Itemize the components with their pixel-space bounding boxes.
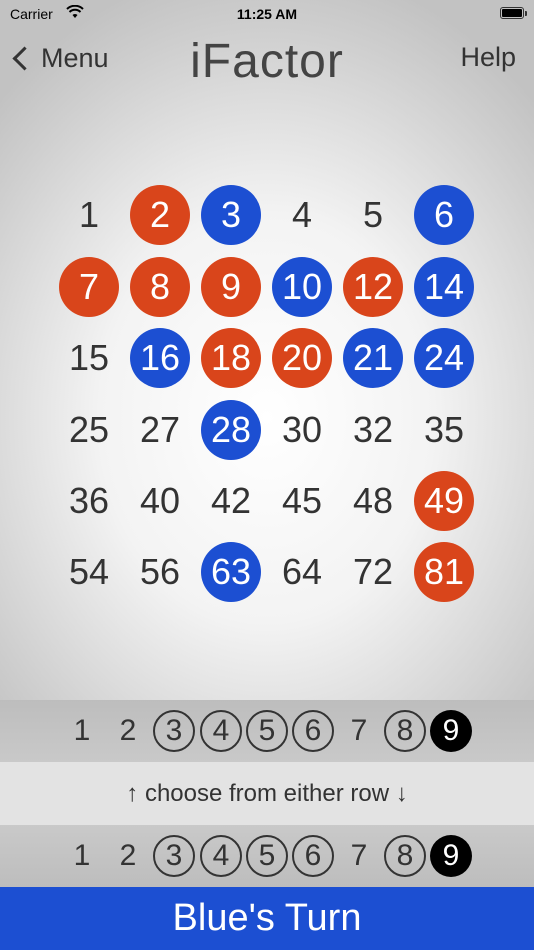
board-cell-45: 45 xyxy=(281,480,323,521)
choose-hint: ↑ choose from either row ↓ xyxy=(0,762,534,825)
board-cell-5: 5 xyxy=(362,194,384,235)
board-cell-6: 6 xyxy=(414,185,474,245)
board-cell-64: 64 xyxy=(281,551,323,592)
status-bar: Carrier 11:25 AM xyxy=(0,0,534,28)
top-factor-2[interactable]: 2 xyxy=(107,710,149,752)
help-button[interactable]: Help xyxy=(460,42,516,73)
top-factor-7[interactable]: 7 xyxy=(338,710,380,752)
board-cell-14: 14 xyxy=(414,257,474,317)
board-cell-32: 32 xyxy=(352,409,394,450)
board-cell-35: 35 xyxy=(423,409,465,450)
bottom-factor-6[interactable]: 6 xyxy=(292,835,334,877)
board-cell-12: 12 xyxy=(343,257,403,317)
board-cell-56: 56 xyxy=(139,551,181,592)
board-cell-9: 9 xyxy=(201,257,261,317)
board-cell-16: 16 xyxy=(130,328,190,388)
board-cell-2: 2 xyxy=(130,185,190,245)
board-cell-40: 40 xyxy=(139,480,181,521)
top-factor-3[interactable]: 3 xyxy=(153,710,195,752)
board-cell-28: 28 xyxy=(201,400,261,460)
page-title: iFactor xyxy=(190,35,344,88)
board-cell-24: 24 xyxy=(414,328,474,388)
clock: 11:25 AM xyxy=(236,6,298,22)
bottom-factor-8[interactable]: 8 xyxy=(384,835,426,877)
nav-bar: Menu iFactor Help xyxy=(0,28,534,92)
bottom-factor-3[interactable]: 3 xyxy=(153,835,195,877)
board-cell-63: 63 xyxy=(201,542,261,602)
top-factor-6[interactable]: 6 xyxy=(292,710,334,752)
board-cell-30: 30 xyxy=(281,409,323,450)
board-cell-10: 10 xyxy=(272,257,332,317)
bottom-factor-2[interactable]: 2 xyxy=(107,835,149,877)
board-cell-25: 25 xyxy=(68,409,110,450)
top-factor-5[interactable]: 5 xyxy=(246,710,288,752)
board-cell-27: 27 xyxy=(139,409,181,450)
board-cell-49: 49 xyxy=(414,471,474,531)
board-cell-72: 72 xyxy=(352,551,394,592)
board-cell-42: 42 xyxy=(210,480,252,521)
board-cell-8: 8 xyxy=(130,257,190,317)
bottom-factor-4[interactable]: 4 xyxy=(200,835,242,877)
board-cell-81: 81 xyxy=(414,542,474,602)
board-cell-20: 20 xyxy=(272,328,332,388)
board-cell-48: 48 xyxy=(352,480,394,521)
top-factor-1[interactable]: 1 xyxy=(61,710,103,752)
bottom-factor-1[interactable]: 1 xyxy=(61,835,103,877)
board-cell-36: 36 xyxy=(68,480,110,521)
factor-row-top: 123456789 xyxy=(0,700,534,762)
top-factor-9[interactable]: 9 xyxy=(430,710,472,752)
top-factor-4[interactable]: 4 xyxy=(200,710,242,752)
factor-row-bottom: 123456789 xyxy=(0,825,534,887)
board-cell-3: 3 xyxy=(201,185,261,245)
top-factor-8[interactable]: 8 xyxy=(384,710,426,752)
board-cell-21: 21 xyxy=(343,328,403,388)
board-cell-15: 15 xyxy=(68,337,110,378)
board-cell-7: 7 xyxy=(59,257,119,317)
board-cell-1: 1 xyxy=(78,194,100,235)
bottom-factor-9[interactable]: 9 xyxy=(430,835,472,877)
battery-icon xyxy=(500,7,527,19)
board-cell-4: 4 xyxy=(291,194,313,235)
board-cell-18: 18 xyxy=(201,328,261,388)
bottom-factor-7[interactable]: 7 xyxy=(338,835,380,877)
bottom-factor-5[interactable]: 5 xyxy=(246,835,288,877)
board-cell-54: 54 xyxy=(68,551,110,592)
turn-banner: Blue's Turn xyxy=(0,887,534,950)
